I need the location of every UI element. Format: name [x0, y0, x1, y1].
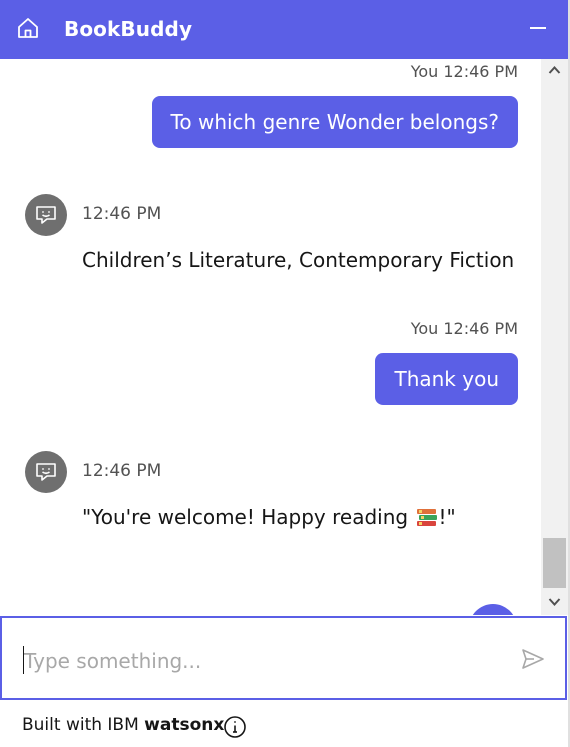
bot-message-text-start: "You're welcome! Happy reading: [82, 505, 415, 529]
footer-prefix: Built with IBM: [22, 715, 145, 735]
bot-message-text-end: !": [438, 505, 456, 529]
app-title: BookBuddy: [64, 17, 193, 41]
user-message-bubble: To which genre Wonder belongs?: [151, 96, 518, 148]
help-button[interactable]: ?: [469, 604, 517, 615]
chat-scrollbar[interactable]: [541, 59, 568, 615]
message-composer: [0, 616, 567, 700]
scroll-up-arrow-icon[interactable]: [541, 59, 568, 83]
chat-header: BookBuddy: [0, 0, 568, 59]
scroll-down-arrow-icon[interactable]: [541, 591, 568, 615]
bot-message-text: "You're welcome! Happy reading !": [82, 505, 456, 529]
message-timestamp: 12:46 PM: [82, 461, 162, 481]
send-icon[interactable]: [520, 646, 546, 672]
bot-avatar: [25, 194, 67, 236]
chatbot-icon: [36, 463, 56, 481]
message-timestamp: 12:46 PM: [82, 204, 162, 224]
footer-brand: watsonx: [144, 715, 225, 735]
scrollbar-thumb[interactable]: [543, 538, 566, 588]
home-icon[interactable]: [16, 16, 40, 40]
text-caret: [23, 646, 24, 674]
bot-message-text: Children’s Literature, Contemporary Fict…: [82, 248, 515, 272]
info-icon[interactable]: [223, 715, 247, 739]
chatbot-icon: [36, 206, 56, 224]
message-input[interactable]: [22, 642, 496, 680]
message-timestamp: You 12:46 PM: [410, 62, 518, 81]
footer-attribution: Built with IBM watsonx: [22, 715, 224, 735]
minimize-icon[interactable]: [528, 16, 548, 40]
message-timestamp: You 12:46 PM: [410, 319, 518, 338]
books-emoji-icon: [417, 509, 438, 526]
user-message-bubble: Thank you: [375, 353, 518, 405]
chat-log: You 12:46 PM To which genre Wonder belon…: [0, 59, 540, 615]
bot-avatar: [25, 451, 67, 493]
